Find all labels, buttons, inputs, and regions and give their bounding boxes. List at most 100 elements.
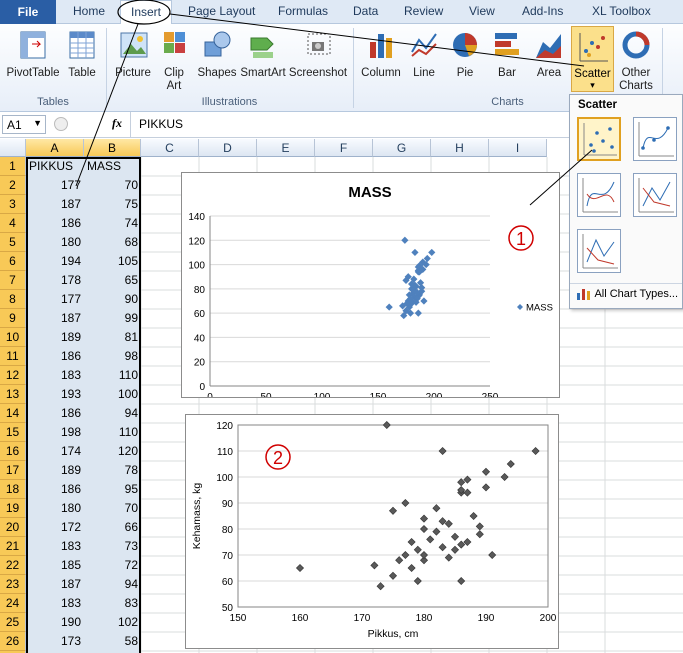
cell-a[interactable]: 198 <box>26 423 84 442</box>
row-header[interactable]: 23 <box>0 575 26 594</box>
cell-b[interactable]: 120 <box>84 442 141 461</box>
cell-a[interactable]: 172 <box>26 518 84 537</box>
tab-view[interactable]: View <box>469 4 495 18</box>
row-header[interactable]: 2 <box>0 176 26 195</box>
tab-insert[interactable]: Insert <box>120 0 173 25</box>
row-header[interactable]: 20 <box>0 518 26 537</box>
row-header[interactable]: 17 <box>0 461 26 480</box>
cell-b[interactable]: 99 <box>84 309 141 328</box>
scatter-straight-lines-option[interactable] <box>577 229 621 273</box>
row-header[interactable]: 22 <box>0 556 26 575</box>
row-header[interactable]: 24 <box>0 594 26 613</box>
cell-a[interactable]: 187 <box>26 575 84 594</box>
row-header[interactable]: 11 <box>0 347 26 366</box>
column-header-c[interactable]: C <box>141 139 199 157</box>
pivottable-button[interactable]: PivotTable <box>4 28 62 80</box>
cell-a[interactable]: 173 <box>26 632 84 651</box>
column-header-d[interactable]: D <box>199 139 257 157</box>
cell-a[interactable]: 189 <box>26 461 84 480</box>
name-box[interactable]: A1 ▼ <box>2 115 46 134</box>
cell-b[interactable]: 110 <box>84 423 141 442</box>
row-header[interactable]: 1 <box>0 157 26 176</box>
picture-button[interactable]: Picture <box>112 28 154 80</box>
scatter-chart-button[interactable]: Scatter ▾ <box>571 26 614 92</box>
cell-a[interactable]: 186 <box>26 480 84 499</box>
cell-a[interactable]: PIKKUS <box>26 157 84 176</box>
cell-a[interactable]: 183 <box>26 537 84 556</box>
row-header[interactable]: 6 <box>0 252 26 271</box>
row-header[interactable]: 5 <box>0 233 26 252</box>
cell-a[interactable]: 178 <box>26 271 84 290</box>
row-header[interactable]: 9 <box>0 309 26 328</box>
cell-a[interactable]: 177 <box>26 290 84 309</box>
row-header[interactable]: 12 <box>0 366 26 385</box>
area-chart-button[interactable]: Area <box>530 28 568 80</box>
cell-a[interactable]: 187 <box>26 195 84 214</box>
screenshot-button[interactable]: Screenshot <box>288 28 348 80</box>
row-header[interactable]: 19 <box>0 499 26 518</box>
cell-b[interactable]: 102 <box>84 613 141 632</box>
cell-b[interactable]: 90 <box>84 290 141 309</box>
column-header-b[interactable]: B <box>84 139 141 157</box>
column-header-i[interactable]: I <box>489 139 547 157</box>
tab-file[interactable]: File <box>0 0 56 24</box>
cell-b[interactable]: 100 <box>84 385 141 404</box>
tab-page-layout[interactable]: Page Layout <box>188 4 255 18</box>
cell-a[interactable]: 180 <box>26 499 84 518</box>
cell-a[interactable]: 193 <box>26 385 84 404</box>
cell-a[interactable]: 194 <box>26 252 84 271</box>
cell-b[interactable]: 94 <box>84 575 141 594</box>
row-header[interactable]: 18 <box>0 480 26 499</box>
cell-a[interactable]: 186 <box>26 214 84 233</box>
cell-b[interactable]: 75 <box>84 195 141 214</box>
tab-add-ins[interactable]: Add-Ins <box>522 4 563 18</box>
line-chart-button[interactable]: Line <box>406 28 442 80</box>
cell-b[interactable]: 70 <box>84 176 141 195</box>
cell-b[interactable]: 98 <box>84 347 141 366</box>
row-header[interactable]: 7 <box>0 271 26 290</box>
cell-b[interactable]: 105 <box>84 252 141 271</box>
scatter-straight-markers-option[interactable] <box>633 173 677 217</box>
cell-b[interactable]: 74 <box>84 214 141 233</box>
chart-1[interactable]: 0 20 40 60 80 100 120 140 0 50 100 150 200 250 MASS MAS… <box>181 172 560 403</box>
row-header[interactable]: 13 <box>0 385 26 404</box>
scatter-markers-only-option[interactable] <box>577 117 621 161</box>
cell-a[interactable]: 180 <box>26 233 84 252</box>
cell-b[interactable]: 70 <box>84 499 141 518</box>
row-header[interactable]: 25 <box>0 613 26 632</box>
column-chart-button[interactable]: Column <box>358 28 404 80</box>
row-header[interactable]: 10 <box>0 328 26 347</box>
select-all-corner[interactable] <box>0 139 26 157</box>
cell-b[interactable]: 65 <box>84 271 141 290</box>
row-header[interactable]: 8 <box>0 290 26 309</box>
cell-a[interactable]: 187 <box>26 309 84 328</box>
cell-a[interactable]: 186 <box>26 347 84 366</box>
column-header-e[interactable]: E <box>257 139 315 157</box>
chart-2[interactable]: 50 60 70 80 90 100 110 120 150 160 170 180 190 200 Pik… <box>185 414 559 649</box>
tab-formulas[interactable]: Formulas <box>278 4 328 18</box>
scatter-smooth-lines-option[interactable] <box>577 173 621 217</box>
scatter-smooth-markers-option[interactable] <box>633 117 677 161</box>
column-header-g[interactable]: G <box>373 139 431 157</box>
cell-b[interactable]: 66 <box>84 518 141 537</box>
cell-b[interactable]: 81 <box>84 328 141 347</box>
cell-a[interactable]: 185 <box>26 556 84 575</box>
row-header[interactable]: 14 <box>0 404 26 423</box>
column-header-h[interactable]: H <box>431 139 489 157</box>
cell-b[interactable]: 58 <box>84 632 141 651</box>
tab-data[interactable]: Data <box>353 4 378 18</box>
row-header[interactable]: 26 <box>0 632 26 651</box>
pie-chart-button[interactable]: Pie <box>446 28 484 80</box>
bar-chart-button[interactable]: Bar <box>488 28 526 80</box>
row-header[interactable]: 16 <box>0 442 26 461</box>
cell-b[interactable]: 68 <box>84 233 141 252</box>
cell-b[interactable]: MASS <box>84 157 141 176</box>
column-header-f[interactable]: F <box>315 139 373 157</box>
clip-art-button[interactable]: Clip Art <box>158 28 190 93</box>
cell-a[interactable]: 186 <box>26 404 84 423</box>
tab-home[interactable]: Home <box>73 4 105 18</box>
cell-b[interactable]: 73 <box>84 537 141 556</box>
smartart-button[interactable]: SmartArt <box>240 28 286 80</box>
tab-review[interactable]: Review <box>404 4 443 18</box>
row-header[interactable]: 21 <box>0 537 26 556</box>
